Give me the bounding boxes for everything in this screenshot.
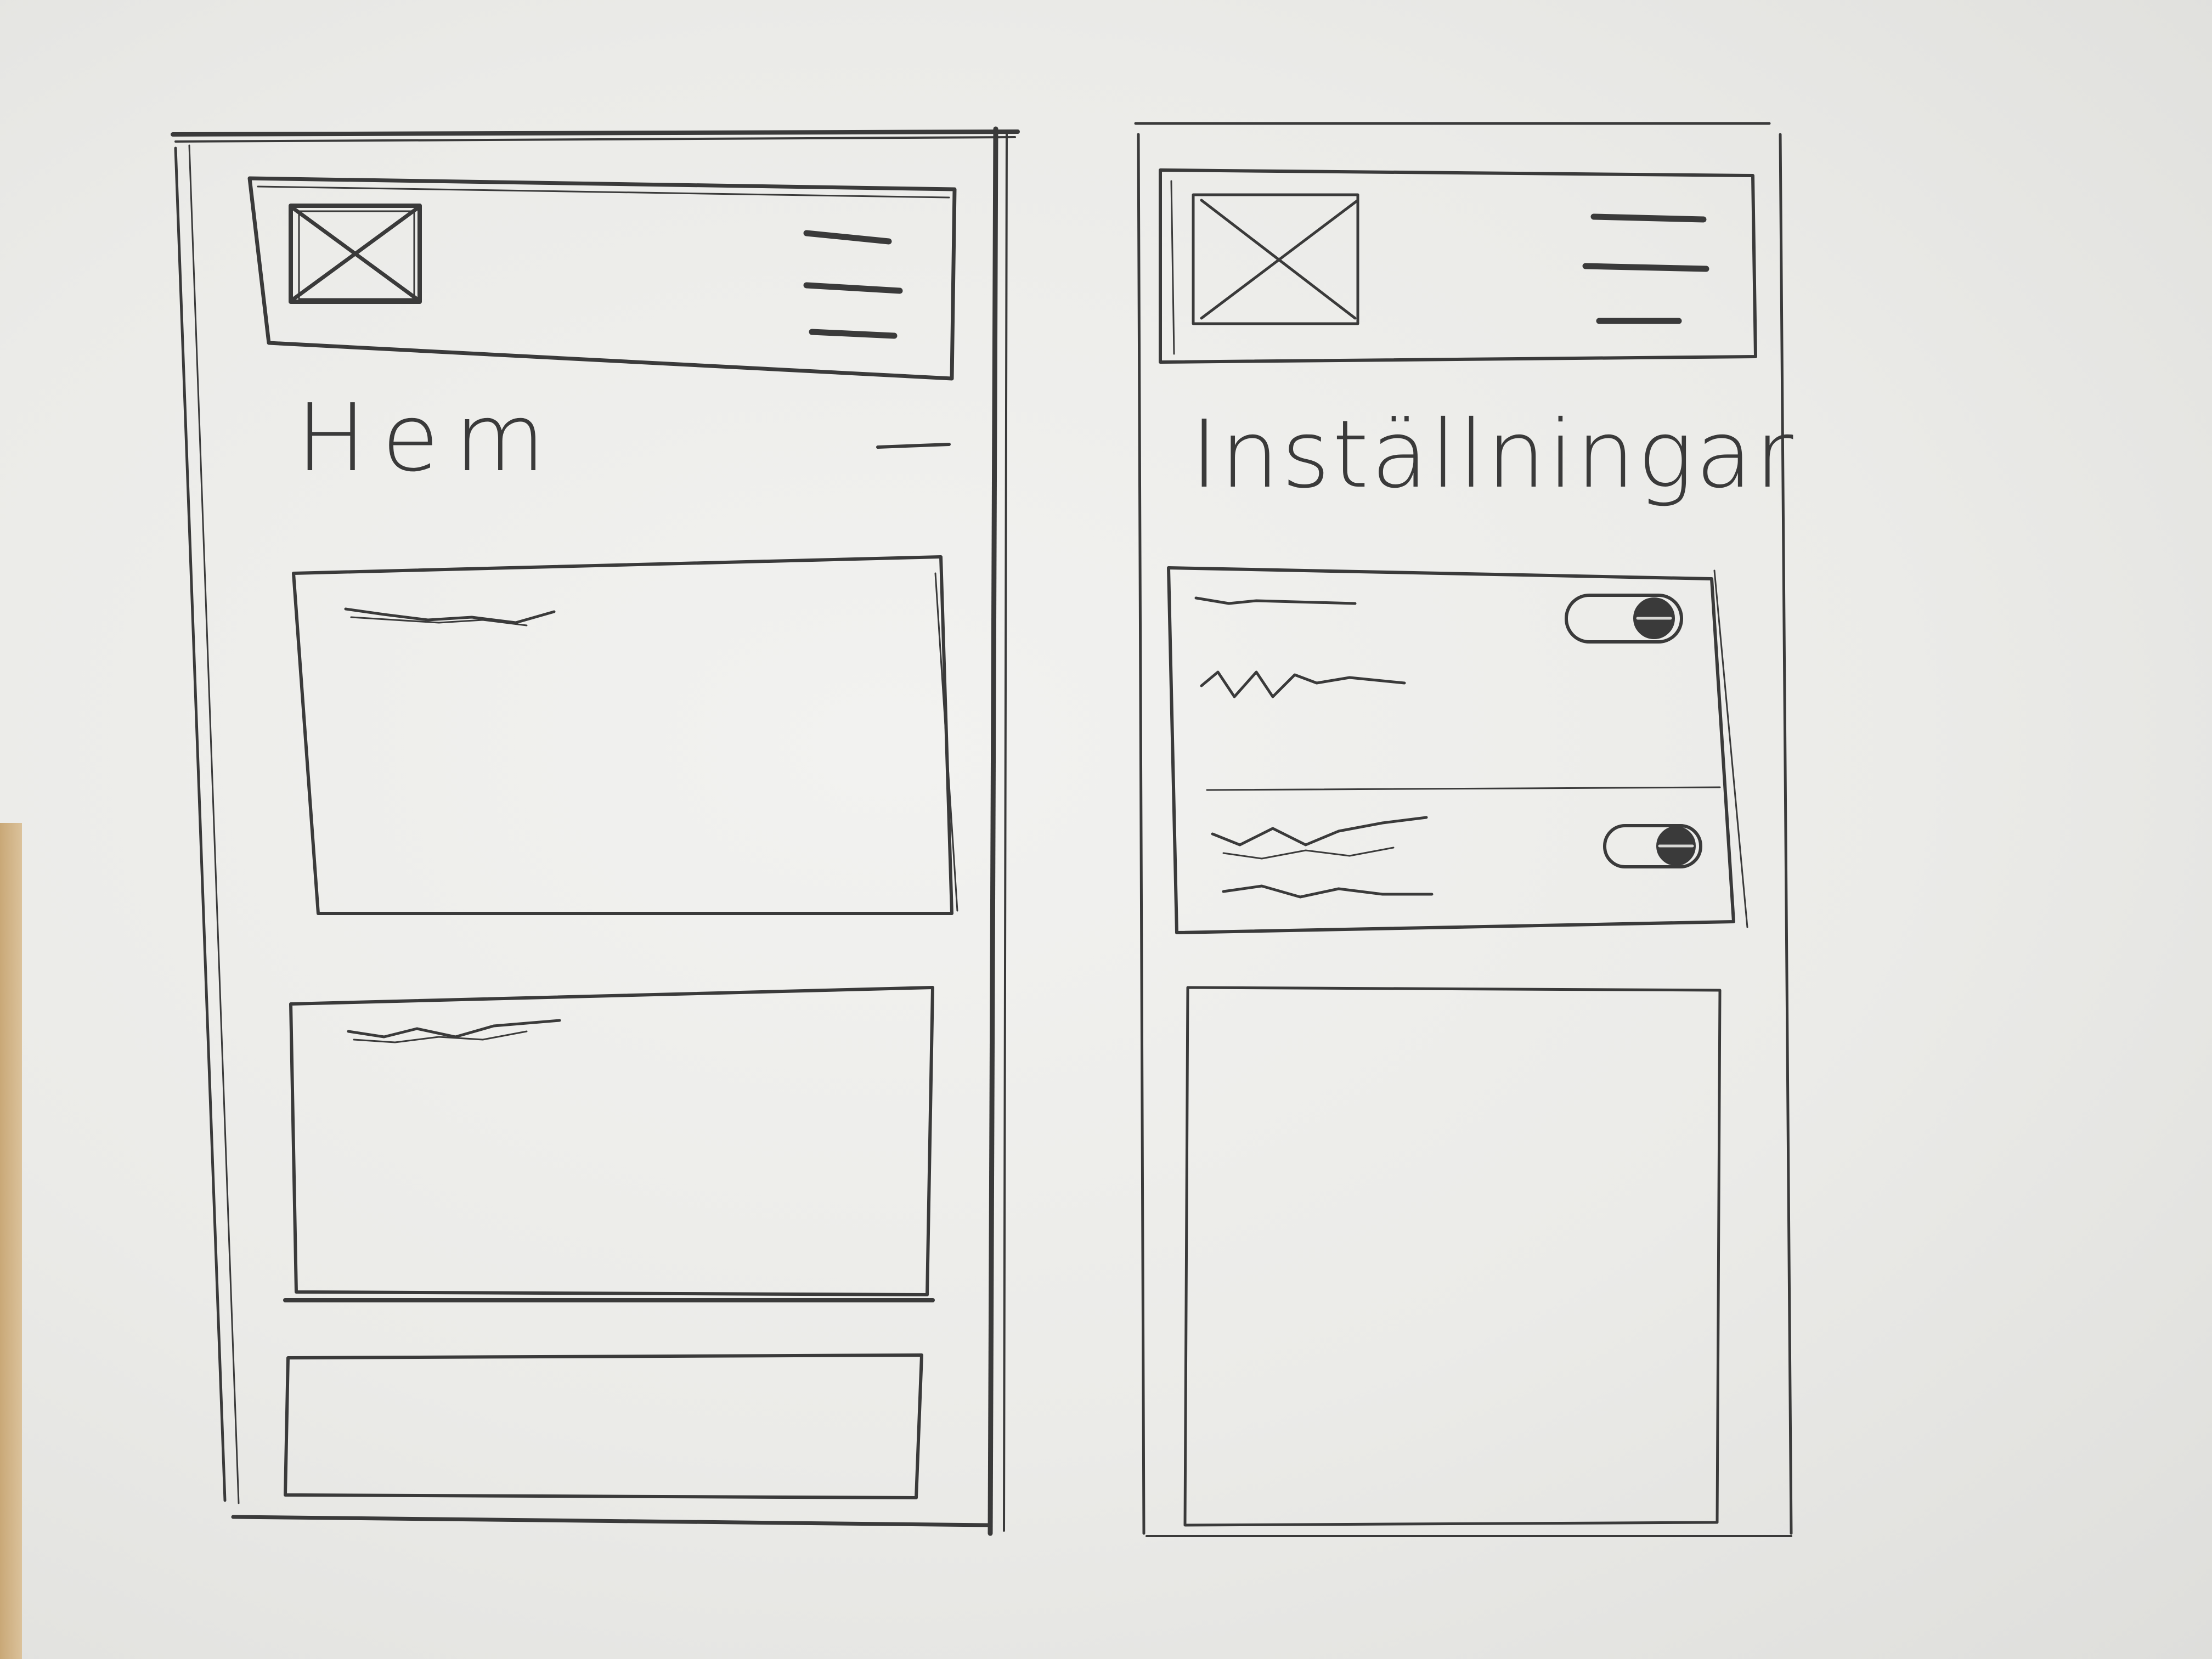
home-card-1[interactable] <box>292 555 958 915</box>
home-logo-icon[interactable] <box>289 204 422 304</box>
home-hamburger-menu-icon[interactable] <box>803 230 903 339</box>
settings-row-1-toggle[interactable] <box>1565 594 1683 644</box>
settings-page-title: Inställningar <box>1190 400 1796 509</box>
settings-hamburger-menu-icon[interactable] <box>1582 213 1709 324</box>
settings-row-2-label <box>1211 816 1434 899</box>
home-card-3[interactable] <box>284 1353 923 1499</box>
settings-row-1-label <box>1194 596 1406 698</box>
home-collapse-icon[interactable] <box>876 443 951 449</box>
settings-content-panel[interactable] <box>1183 986 1722 1527</box>
home-phone-frame <box>171 126 1020 1536</box>
home-card-2[interactable] <box>283 986 935 1302</box>
home-page-title: Hem <box>296 384 561 493</box>
home-header-bar[interactable] <box>247 176 957 381</box>
settings-logo-icon[interactable] <box>1192 193 1359 325</box>
settings-row-2-toggle[interactable] <box>1603 824 1702 868</box>
wireframe-sketch <box>171 122 1793 1537</box>
